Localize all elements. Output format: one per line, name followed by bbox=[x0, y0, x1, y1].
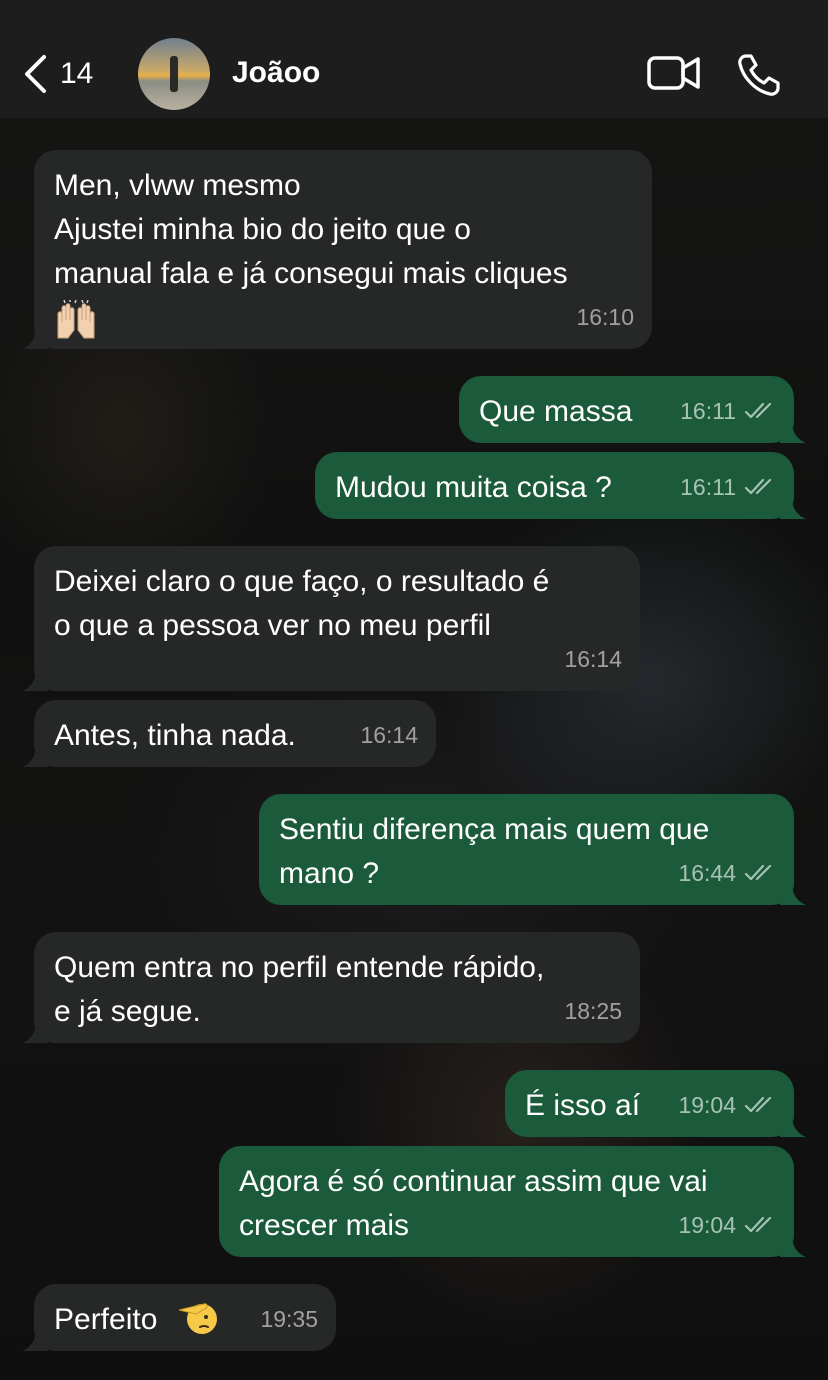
voice-call-button[interactable] bbox=[736, 52, 782, 103]
unread-count: 14 bbox=[60, 57, 94, 90]
raised-hands-icon bbox=[57, 300, 95, 339]
bubble-tail bbox=[780, 1235, 806, 1257]
chevron-left-icon bbox=[25, 55, 46, 93]
message-meta: 16:44 bbox=[678, 851, 776, 895]
message-meta: 16:11 bbox=[680, 389, 776, 433]
contact-name[interactable]: Joãoo bbox=[232, 56, 320, 90]
message-bubble-incoming[interactable]: Men, vlww mesmo Ajustei minha bio do jei… bbox=[22, 150, 652, 349]
message-bubble-outgoing[interactable]: Que massa 16:11 bbox=[459, 376, 806, 443]
message-text: Men, vlww mesmo Ajustei minha bio do jei… bbox=[54, 169, 568, 290]
message-meta: 16:10 bbox=[576, 295, 634, 339]
message-text: Que massa bbox=[479, 395, 633, 428]
read-receipt-icon bbox=[744, 1216, 772, 1233]
bubble-tail bbox=[22, 1329, 48, 1351]
message-meta: 19:04 bbox=[678, 1203, 776, 1247]
back-button[interactable]: 14 bbox=[22, 54, 93, 94]
message-text: Sentiu diferença mais quem que mano ? bbox=[279, 813, 710, 890]
message-bubble-outgoing[interactable]: É isso aí 19:04 bbox=[505, 1070, 806, 1137]
message-meta: 16:11 bbox=[680, 465, 776, 509]
message-meta: 19:04 bbox=[678, 1083, 776, 1127]
video-call-button[interactable] bbox=[646, 52, 702, 99]
message-text: Quem entra no perfil entende rápido, e j… bbox=[54, 951, 545, 1028]
saluting-face-icon bbox=[178, 1303, 217, 1334]
bubble-tail bbox=[22, 669, 48, 691]
message-bubble-incoming[interactable]: Perfeito 19:35 bbox=[22, 1284, 336, 1351]
message-time: 16:11 bbox=[680, 398, 736, 424]
phone-icon bbox=[738, 54, 780, 96]
avatar-figure bbox=[170, 56, 178, 92]
message-time: 16:14 bbox=[564, 646, 622, 672]
read-receipt-icon bbox=[744, 402, 772, 419]
message-text: É isso aí bbox=[525, 1089, 641, 1122]
message-time: 19:35 bbox=[260, 1306, 318, 1332]
video-camera-icon bbox=[647, 56, 700, 90]
message-bubble-incoming[interactable]: Quem entra no perfil entende rápido, e j… bbox=[22, 932, 640, 1043]
message-meta: 19:35 bbox=[260, 1297, 318, 1341]
message-text: Perfeito bbox=[54, 1303, 158, 1336]
message-bubble-incoming[interactable]: Deixei claro o que faço, o resultado é o… bbox=[22, 546, 640, 691]
message-meta: 16:14 bbox=[564, 637, 622, 681]
message-time: 18:25 bbox=[564, 998, 622, 1024]
message-time: 16:44 bbox=[678, 860, 736, 886]
bubble-tail bbox=[22, 1021, 48, 1043]
message-bubble-outgoing[interactable]: Mudou muita coisa ? 16:11 bbox=[315, 452, 806, 519]
message-text: Agora é só continuar assim que vai cresc… bbox=[239, 1165, 708, 1242]
bubble-tail bbox=[780, 421, 806, 443]
bubble-tail bbox=[22, 327, 48, 349]
message-time: 16:14 bbox=[360, 722, 418, 748]
message-text: Mudou muita coisa ? bbox=[335, 471, 612, 504]
bubble-tail bbox=[22, 745, 48, 767]
bubble-tail bbox=[780, 1115, 806, 1137]
message-meta: 16:14 bbox=[360, 713, 418, 757]
bubble-tail bbox=[780, 883, 806, 905]
message-time: 16:10 bbox=[576, 304, 634, 330]
message-text: Deixei claro o que faço, o resultado é o… bbox=[54, 565, 550, 642]
message-meta: 18:25 bbox=[564, 989, 622, 1033]
read-receipt-icon bbox=[744, 1096, 772, 1113]
message-text: Antes, tinha nada. bbox=[54, 719, 296, 752]
read-receipt-icon bbox=[744, 478, 772, 495]
message-time: 19:04 bbox=[678, 1092, 736, 1118]
message-bubble-outgoing[interactable]: Sentiu diferença mais quem que mano ? 16… bbox=[259, 794, 806, 905]
message-time: 16:11 bbox=[680, 474, 736, 500]
read-receipt-icon bbox=[744, 864, 772, 881]
bubble-tail bbox=[780, 497, 806, 519]
message-time: 19:04 bbox=[678, 1212, 736, 1238]
chat-header: 14 Joãoo bbox=[0, 0, 828, 118]
avatar[interactable] bbox=[138, 38, 210, 110]
message-bubble-outgoing[interactable]: Agora é só continuar assim que vai cresc… bbox=[219, 1146, 806, 1257]
message-bubble-incoming[interactable]: Antes, tinha nada. 16:14 bbox=[22, 700, 436, 767]
